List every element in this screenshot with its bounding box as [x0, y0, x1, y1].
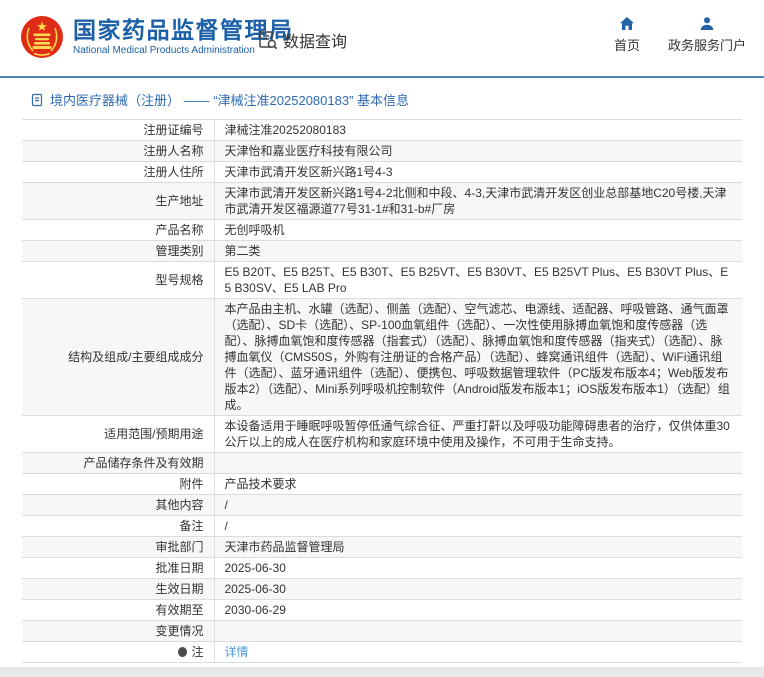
table-row: 管理类别第二类: [22, 241, 742, 262]
doc-search-icon: [258, 30, 278, 50]
table-row: 审批部门天津市药品监督管理局: [22, 537, 742, 558]
row-value: 无创呼吸机: [214, 220, 742, 241]
top-nav: 首页 政务服务门户: [614, 16, 746, 54]
row-label: 注: [22, 642, 214, 663]
row-value: [214, 621, 742, 642]
user-icon: [699, 16, 715, 32]
table-row: 生产地址天津市武清开发区新兴路1号4-2北侧和中段、4-3,天津市武清开发区创业…: [22, 183, 742, 220]
row-label: 审批部门: [22, 537, 214, 558]
row-label: 注册证编号: [22, 120, 214, 141]
table-row: 生效日期2025-06-30: [22, 579, 742, 600]
row-value: 2025-06-30: [214, 579, 742, 600]
national-emblem-icon: [20, 15, 64, 59]
row-label: 注册人名称: [22, 141, 214, 162]
row-label: 批准日期: [22, 558, 214, 579]
nav-portal[interactable]: 政务服务门户: [668, 16, 746, 54]
row-label: 其他内容: [22, 495, 214, 516]
row-label: 型号规格: [22, 262, 214, 299]
row-label: 结构及组成/主要组成成分: [22, 299, 214, 416]
row-label: 产品名称: [22, 220, 214, 241]
document-icon: [30, 93, 44, 107]
nav-portal-label: 政务服务门户: [668, 35, 746, 54]
row-label: 有效期至: [22, 600, 214, 621]
table-row: 附件产品技术要求: [22, 474, 742, 495]
row-label: 变更情况: [22, 621, 214, 642]
row-label: 产品储存条件及有效期: [22, 453, 214, 474]
info-table: 注册证编号津械注准20252080183注册人名称天津怡和嘉业医疗科技有限公司注…: [22, 119, 742, 663]
table-row: 适用范围/预期用途本设备适用于睡眠呼吸暂停低通气综合征、严重打鼾以及呼吸功能障碍…: [22, 416, 742, 453]
table-row: 注详情: [22, 642, 742, 663]
home-icon: [619, 16, 635, 32]
table-row: 备注/: [22, 516, 742, 537]
row-value: 详情: [214, 642, 742, 663]
table-row: 注册证编号津械注准20252080183: [22, 120, 742, 141]
row-label: 注册人住所: [22, 162, 214, 183]
row-value: 2025-06-30: [214, 558, 742, 579]
row-label: 附件: [22, 474, 214, 495]
brand-logo-link[interactable]: 国家药品监督管理局 National Medical Products Admi…: [20, 15, 294, 59]
row-label: 备注: [22, 516, 214, 537]
table-row: 批准日期2025-06-30: [22, 558, 742, 579]
row-label: 管理类别: [22, 241, 214, 262]
row-value: 本产品由主机、水罐（选配）、侧盖（选配）、空气滤芯、电源线、适配器、呼吸管路、通…: [214, 299, 742, 416]
breadcrumb-text: 境内医疗器械（注册） —— “津械注准20252080183” 基本信息: [50, 90, 409, 109]
table-row: 产品储存条件及有效期: [22, 453, 742, 474]
note-balloon-icon: [178, 647, 187, 657]
row-value: [214, 453, 742, 474]
row-label: 生效日期: [22, 579, 214, 600]
detail-link[interactable]: 详情: [225, 645, 249, 659]
row-value: 津械注准20252080183: [214, 120, 742, 141]
row-label: 适用范围/预期用途: [22, 416, 214, 453]
row-value: 第二类: [214, 241, 742, 262]
row-value: 2030-06-29: [214, 600, 742, 621]
footer-strip: [0, 667, 764, 677]
row-value: 本设备适用于睡眠呼吸暂停低通气综合征、严重打鼾以及呼吸功能障碍患者的治疗，仅供体…: [214, 416, 742, 453]
row-value: 天津怡和嘉业医疗科技有限公司: [214, 141, 742, 162]
national-emblem-logo: [20, 15, 64, 59]
row-value: E5 B20T、E5 B25T、E5 B30T、E5 B25VT、E5 B30V…: [214, 262, 742, 299]
row-label: 生产地址: [22, 183, 214, 220]
data-query-link[interactable]: 数据查询: [258, 28, 347, 52]
data-query-label: 数据查询: [283, 28, 347, 52]
table-row: 其他内容/: [22, 495, 742, 516]
row-value: /: [214, 516, 742, 537]
breadcrumb: 境内医疗器械（注册） —— “津械注准20252080183” 基本信息: [0, 78, 764, 119]
row-value: 天津市药品监督管理局: [214, 537, 742, 558]
table-row: 结构及组成/主要组成成分本产品由主机、水罐（选配）、侧盖（选配）、空气滤芯、电源…: [22, 299, 742, 416]
table-row: 产品名称无创呼吸机: [22, 220, 742, 241]
table-row: 有效期至2030-06-29: [22, 600, 742, 621]
table-row: 注册人住所天津市武清开发区新兴路1号4-3: [22, 162, 742, 183]
table-row: 注册人名称天津怡和嘉业医疗科技有限公司: [22, 141, 742, 162]
table-row: 变更情况: [22, 621, 742, 642]
site-header: 国家药品监督管理局 National Medical Products Admi…: [0, 0, 764, 76]
row-value: /: [214, 495, 742, 516]
row-value: 天津市武清开发区新兴路1号4-2北侧和中段、4-3,天津市武清开发区创业总部基地…: [214, 183, 742, 220]
nav-home-label: 首页: [614, 35, 640, 54]
table-row: 型号规格E5 B20T、E5 B25T、E5 B30T、E5 B25VT、E5 …: [22, 262, 742, 299]
row-value: 天津市武清开发区新兴路1号4-3: [214, 162, 742, 183]
nav-home[interactable]: 首页: [614, 16, 640, 54]
row-value: 产品技术要求: [214, 474, 742, 495]
